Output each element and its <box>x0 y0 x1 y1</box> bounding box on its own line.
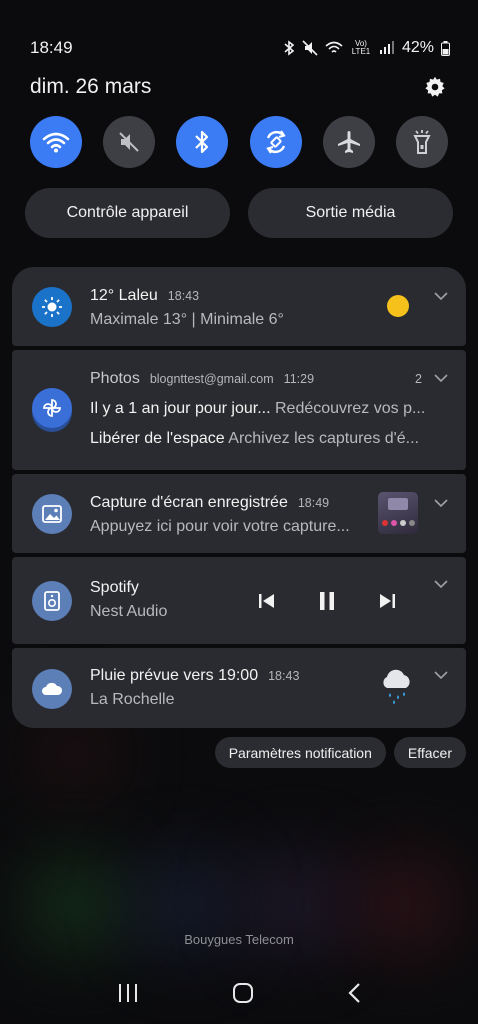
notification-settings-button[interactable]: Paramètres notification <box>214 737 386 768</box>
rain-body: Pluie prévue vers 19:00 18:43 La Rochelle <box>90 667 426 709</box>
quick-settings <box>30 116 448 168</box>
date-row: dim. 26 mars <box>30 72 446 102</box>
weather-text: Maximale 13° | Minimale 6° <box>90 311 284 328</box>
photos-msg2-title: Libérer de l'espace <box>90 430 225 447</box>
gallery-app-icon <box>32 494 72 534</box>
media-controls <box>258 591 396 611</box>
wifi-status-icon <box>325 41 343 53</box>
settings-gear-icon[interactable] <box>424 76 446 98</box>
screenshot-title: Capture d'écran enregistrée <box>90 494 288 511</box>
rotate-icon <box>265 130 286 154</box>
photos-time: 11:29 <box>283 372 315 386</box>
clear-all-button[interactable]: Effacer <box>393 737 466 768</box>
next-track-icon[interactable] <box>378 592 396 610</box>
media-output-button[interactable]: Sortie média <box>248 188 453 238</box>
screenshot-body: Capture d'écran enregistrée 18:49 Appuyez… <box>90 494 370 536</box>
photos-app-name: Photos <box>90 370 140 387</box>
mute-status-icon <box>302 40 318 56</box>
spotify-title: Spotify <box>90 579 139 596</box>
recent-apps-icon[interactable] <box>117 983 139 1003</box>
rain-title: Pluie prévue vers 19:00 <box>90 667 259 684</box>
photos-body: Photos blognttest@gmail.com 11:29 2 Il y… <box>90 370 446 448</box>
airplane-icon <box>337 131 360 153</box>
photos-message-2: Libérer de l'espace Archivez les capture… <box>90 430 446 448</box>
home-icon[interactable] <box>232 982 254 1004</box>
screenshot-thumbnail[interactable] <box>378 492 418 534</box>
weather-time: 18:43 <box>167 289 200 303</box>
weather-title: 12° Laleu <box>90 287 158 304</box>
photos-app-icon <box>32 388 72 428</box>
sun-icon <box>42 297 62 317</box>
sound-toggle[interactable] <box>103 116 156 168</box>
photos-count: 2 <box>415 372 422 386</box>
network-label: Vo) LTE1 <box>351 39 371 56</box>
photos-msg2-text: Archivez les captures d'é... <box>228 430 419 447</box>
photos-message-1: Il y a 1 an jour pour jour... Redécouvre… <box>90 400 446 418</box>
previous-track-icon[interactable] <box>258 592 276 610</box>
photos-msg1-title: Il y a 1 an jour pour jour... <box>90 400 271 417</box>
battery-icon <box>441 40 450 56</box>
chevron-down-icon[interactable] <box>434 291 448 301</box>
weather-notification[interactable]: 12° Laleu 18:43 Maximale 13° | Minimale 6… <box>12 267 466 346</box>
chevron-down-icon[interactable] <box>434 498 448 508</box>
carrier-label: Bouygues Telecom <box>184 932 294 947</box>
pause-icon[interactable] <box>318 591 336 611</box>
rain-notification[interactable]: Pluie prévue vers 19:00 18:43 La Rochelle <box>12 648 466 728</box>
notification-actions: Paramètres notification Effacer <box>214 737 466 768</box>
flashlight-toggle[interactable] <box>395 116 448 168</box>
battery-percent: 42% <box>401 39 434 56</box>
flashlight-icon <box>413 130 431 154</box>
navigation-bar <box>0 975 478 1011</box>
screenshot-time: 18:49 <box>297 496 330 510</box>
spotify-body: Spotify Nest Audio <box>90 579 246 621</box>
back-icon[interactable] <box>347 982 361 1004</box>
screenshot-notification[interactable]: Capture d'écran enregistrée 18:49 Appuyez… <box>12 474 466 553</box>
pinwheel-icon <box>43 399 61 417</box>
weather-app-icon <box>32 287 72 327</box>
weather-app-icon <box>32 669 72 709</box>
notification-list: 12° Laleu 18:43 Maximale 13° | Minimale 6… <box>12 267 466 732</box>
bluetooth-toggle[interactable] <box>176 116 229 168</box>
chevron-down-icon[interactable] <box>434 579 448 589</box>
bluetooth-status-icon <box>284 40 295 56</box>
bluetooth-icon <box>195 130 209 154</box>
clock: 18:49 <box>30 38 73 57</box>
image-icon <box>42 505 62 523</box>
status-bar: 18:49 Vo) LTE1 42% <box>30 36 450 60</box>
photos-msg1-text: Redécouvrez vos p... <box>275 400 426 417</box>
chevron-down-icon[interactable] <box>434 670 448 680</box>
speaker-app-icon <box>32 581 72 621</box>
weather-body: 12° Laleu 18:43 Maximale 13° | Minimale 6… <box>90 287 426 329</box>
rain-location: La Rochelle <box>90 691 175 708</box>
spotify-notification[interactable]: Spotify Nest Audio <box>12 557 466 644</box>
chevron-down-icon[interactable] <box>434 373 448 383</box>
wifi-toggle[interactable] <box>30 116 82 168</box>
device-control-button[interactable]: Contrôle appareil <box>25 188 230 238</box>
status-icons: Vo) LTE1 42% <box>283 39 450 57</box>
sun-indicator-icon <box>387 295 409 317</box>
speaker-icon <box>44 591 60 611</box>
rain-cloud-icon <box>383 669 410 704</box>
signal-icon <box>379 41 394 54</box>
spotify-device: Nest Audio <box>90 603 168 620</box>
screenshot-text: Appuyez ici pour voir votre capture... <box>90 518 350 535</box>
photos-notification[interactable]: Photos blognttest@gmail.com 11:29 2 Il y… <box>12 350 466 470</box>
pill-row: Contrôle appareil Sortie média <box>25 188 453 238</box>
wifi-icon <box>42 132 70 153</box>
auto-rotate-toggle[interactable] <box>249 116 302 168</box>
photos-account: blognttest@gmail.com <box>149 372 274 386</box>
cloud-icon <box>42 682 63 695</box>
date-label: dim. 26 mars <box>30 75 152 98</box>
rain-time: 18:43 <box>268 669 300 683</box>
airplane-toggle[interactable] <box>322 116 375 168</box>
mute-icon <box>119 132 139 152</box>
